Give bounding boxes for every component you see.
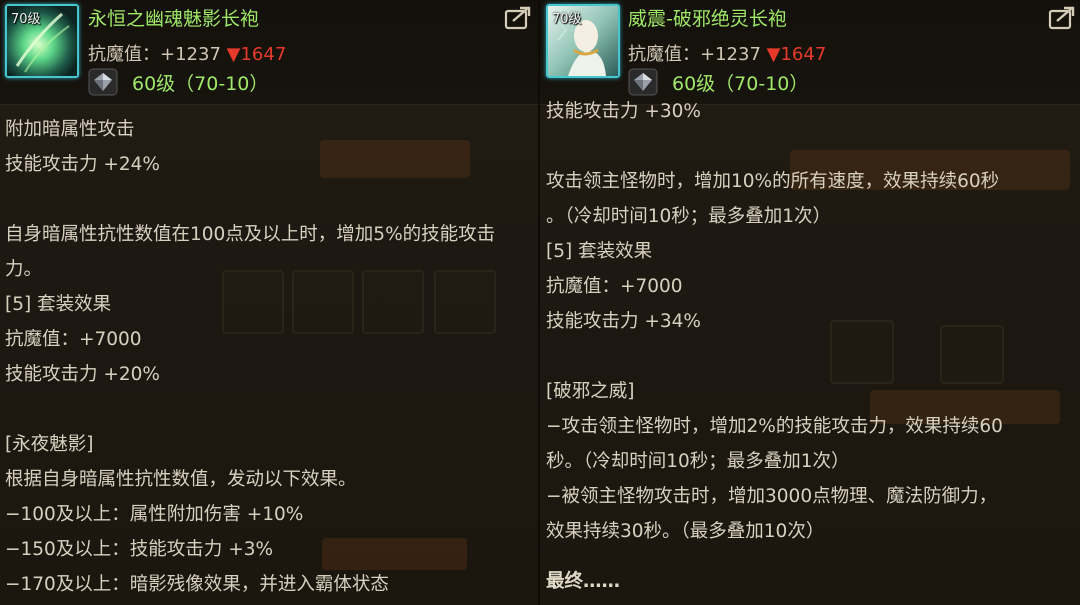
description-line: −170及以上：暗影残像效果，并进入霸体状态 — [5, 574, 389, 595]
item-icon[interactable]: 70级 — [5, 4, 79, 78]
stat-compare-down: ▼1647 — [226, 44, 287, 65]
level-text: 60级（70-10） — [132, 72, 269, 95]
description-line: 技能攻击力 +24% — [5, 154, 161, 175]
level-text: 60级（70-10） — [672, 72, 809, 95]
description-line: [永夜魅影] — [5, 434, 94, 455]
description-line: 根据自身暗属性抗性数值，发动以下效果。 — [5, 469, 357, 490]
description-line — [546, 549, 1076, 564]
tooltip-header: 70级 永恒之幽魂魅影长袍 抗魔值：+1237 ▼1647 60级（70-10） — [0, 0, 538, 105]
stat-value: 抗魔值：+1237 — [88, 44, 227, 65]
share-icon[interactable] — [504, 6, 532, 30]
stat-compare-down: ▼1647 — [766, 44, 827, 65]
description-line: 附加暗属性攻击 — [5, 119, 135, 140]
description-line — [5, 182, 532, 217]
description-final-line: 最终…… — [546, 571, 621, 592]
share-icon[interactable] — [1048, 6, 1076, 30]
gem-icon — [88, 68, 118, 96]
description-line: 秒。（冷却时间10秒；最多叠加1次） — [546, 451, 850, 472]
magic-resist-stat: 抗魔值：+1237 ▼1647 — [628, 40, 826, 66]
item-level-badge: 70级 — [11, 12, 41, 27]
description-line: −150及以上：技能攻击力 +3% — [5, 539, 274, 560]
description-line: [5] 套装效果 — [546, 241, 653, 262]
level-row: 60级（70-10） — [88, 68, 268, 96]
tooltip-header: 70级 威震-破邪绝灵长袍 抗魔值：+1237 ▼1647 60级（70-10） — [540, 0, 1080, 105]
item-level-badge: 70级 — [552, 12, 582, 27]
description-line: 攻击领主怪物时，增加10%的所有速度，效果持续60秒 — [546, 171, 1000, 192]
gem-icon — [628, 68, 658, 96]
stat-value: 抗魔值：+1237 — [628, 44, 767, 65]
item-description: 技能攻击力 +30% 攻击领主怪物时，增加10%的所有速度，效果持续60秒 。（… — [546, 101, 1076, 599]
description-line — [5, 392, 532, 427]
item-icon[interactable]: 70级 — [546, 4, 620, 78]
tooltip-panel-right: 70级 威震-破邪绝灵长袍 抗魔值：+1237 ▼1647 60级（70-10）… — [538, 0, 1080, 605]
description-line: 效果持续30秒。（最多叠加10次） — [546, 521, 825, 542]
description-line: −被领主怪物攻击时，增加3000点物理、魔法防御力， — [546, 486, 998, 507]
description-line: 自身暗属性抗性数值在100点及以上时，增加5%的技能攻击力。 — [5, 224, 496, 280]
level-row: 60级（70-10） — [628, 68, 808, 96]
description-line: 抗魔值：+7000 — [546, 276, 683, 297]
item-name: 威震-破邪绝灵长袍 — [628, 8, 787, 30]
description-line: 。（冷却时间10秒；最多叠加1次） — [546, 206, 832, 227]
description-line: −100及以上：属性附加伤害 +10% — [5, 504, 304, 525]
description-line: 技能攻击力 +34% — [546, 311, 702, 332]
description-line-partial: 技能攻击力 +30% — [546, 101, 702, 122]
tooltip-panel-left: 70级 永恒之幽魂魅影长袍 抗魔值：+1237 ▼1647 60级（70-10）… — [0, 0, 538, 605]
description-line — [546, 339, 1076, 374]
magic-resist-stat: 抗魔值：+1237 ▼1647 — [88, 40, 286, 66]
description-line: [破邪之威] — [546, 381, 635, 402]
description-line: 技能攻击力 +20% — [5, 364, 161, 385]
description-line — [546, 129, 1076, 164]
description-line: 抗魔值：+7000 — [5, 329, 142, 350]
description-line: [5] 套装效果 — [5, 294, 112, 315]
item-name: 永恒之幽魂魅影长袍 — [88, 8, 260, 30]
description-line: −攻击领主怪物时，增加2%的技能攻击力，效果持续60 — [546, 416, 1003, 437]
item-description: 附加暗属性攻击 技能攻击力 +24% 自身暗属性抗性数值在100点及以上时，增加… — [5, 112, 532, 602]
